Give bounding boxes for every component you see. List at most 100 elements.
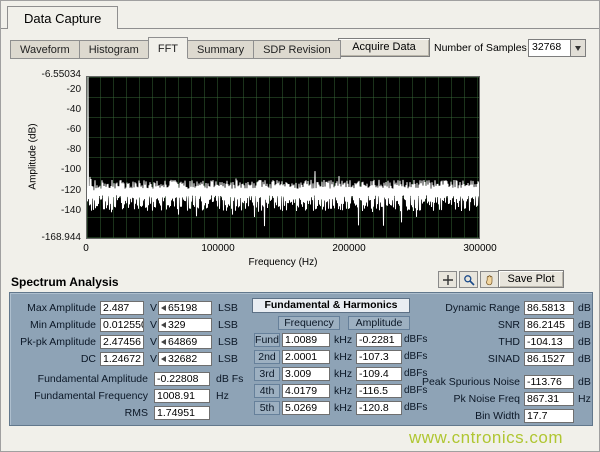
unit-label: dB (578, 375, 591, 389)
crosshair-icon (442, 274, 454, 286)
unit-label: LSB (218, 335, 238, 349)
unit-label: V (150, 352, 157, 366)
unit-label: dB Fs (216, 372, 243, 386)
bin-width-field: 17.7 (524, 409, 574, 423)
fundamental-frequency-field: 1008.91 (154, 389, 210, 403)
fft-trace (87, 77, 479, 238)
unit-label: LSB (218, 318, 238, 332)
chevron-down-icon (575, 46, 581, 51)
min-amplitude-lsb-field: 329 (158, 318, 212, 332)
lsb-value: 64869 (168, 336, 197, 348)
thd-label: THD (368, 335, 520, 349)
tab-histogram[interactable]: Histogram (80, 40, 149, 59)
harmonic-freq-field: 1.0089 (282, 333, 330, 347)
unit-label: kHz (334, 350, 352, 364)
unit-label: Hz (578, 392, 591, 406)
number-of-samples-select[interactable]: 32768 (528, 39, 586, 57)
sinad-label: SINAD (368, 352, 520, 366)
tab-strip: Waveform Histogram FFT Summary SDP Revis… (10, 37, 341, 59)
lsb-value: 65198 (168, 302, 197, 314)
acquire-data-button[interactable]: Acquire Data (338, 38, 430, 57)
snr-label: SNR (368, 318, 520, 332)
save-plot-button[interactable]: Save Plot (498, 270, 564, 288)
tab-summary[interactable]: Summary (188, 40, 254, 59)
crosshair-tool-button[interactable] (438, 271, 457, 288)
fundamental-amplitude-label: Fundamental Amplitude (12, 372, 148, 386)
min-amplitude-label: Min Amplitude (12, 318, 96, 332)
window-title-tab[interactable]: Data Capture (7, 6, 118, 29)
spinner-left-icon (161, 339, 166, 345)
plot-toolbar (438, 271, 499, 288)
unit-label: V (150, 335, 157, 349)
pan-tool-button[interactable] (480, 271, 499, 288)
y-axis-tick-label: -80 (31, 144, 81, 155)
fundamental-frequency-label: Fundamental Frequency (12, 389, 148, 403)
unit-label: dB (578, 352, 591, 366)
peak-spurious-noise-label: Peak Spurious Noise (368, 375, 520, 389)
harmonic-row-label: 5th (254, 401, 280, 415)
zoom-tool-button[interactable] (459, 271, 478, 288)
x-axis-title: Frequency (Hz) (86, 257, 480, 268)
harmonic-row-label: Fund (254, 333, 280, 347)
y-axis-tick-label: -60 (31, 124, 81, 135)
y-axis-tick-label: -20 (31, 84, 81, 95)
harmonic-freq-field: 2.0001 (282, 350, 330, 364)
unit-label: kHz (334, 401, 352, 415)
dynamic-range-field: 86.5813 (524, 301, 574, 315)
dc-lsb-field: 32682 (158, 352, 212, 366)
peak-spurious-noise-field: -113.76 (524, 375, 574, 389)
spinner-left-icon (161, 322, 166, 328)
bin-width-label: Bin Width (368, 409, 520, 423)
x-axis-tick-label: 200000 (325, 243, 373, 254)
samples-value: 32768 (529, 40, 570, 56)
min-amplitude-value-field: 0.012550 (100, 318, 144, 332)
pkpk-amplitude-label: Pk-pk Amplitude (12, 335, 96, 349)
spinner-left-icon (161, 305, 166, 311)
tab-sdp-revision[interactable]: SDP Revision (254, 40, 341, 59)
pkpk-amplitude-lsb-field: 64869 (158, 335, 212, 349)
dropdown-button[interactable] (570, 40, 585, 56)
max-amplitude-value-field: 2.487 (100, 301, 144, 315)
lsb-value: 32682 (168, 353, 197, 365)
sinad-field: 86.1527 (524, 352, 574, 366)
max-amplitude-lsb-field: 65198 (158, 301, 212, 315)
pkpk-amplitude-value-field: 2.47456 (100, 335, 144, 349)
pk-noise-freq-label: Pk Noise Freq (368, 392, 520, 406)
unit-label: dB (578, 301, 591, 315)
unit-label: dB (578, 318, 591, 332)
rms-label: RMS (12, 406, 148, 420)
unit-label: kHz (334, 367, 352, 381)
y-axis-tick-label: -168.944 (31, 232, 81, 243)
harmonic-row-label: 4th (254, 384, 280, 398)
thd-field: -104.13 (524, 335, 574, 349)
spinner-left-icon (161, 356, 166, 362)
tab-fft[interactable]: FFT (148, 37, 188, 59)
y-axis-tick-label: -140 (31, 205, 81, 216)
dc-value-field: 1.24672 (100, 352, 144, 366)
x-axis-tick-label: 100000 (194, 243, 242, 254)
number-of-samples-label: Number of Samples (434, 42, 527, 54)
harmonic-row-label: 2nd (254, 350, 280, 364)
x-axis-tick-label: 300000 (456, 243, 504, 254)
dc-label: DC (12, 352, 96, 366)
unit-label: V (150, 318, 157, 332)
hand-icon (484, 274, 496, 286)
y-axis-tick-label: -6.55034 (31, 69, 81, 80)
unit-label: kHz (334, 333, 352, 347)
unit-label: Hz (216, 389, 229, 403)
unit-label: LSB (218, 301, 238, 315)
watermark: www.cntronics.com (409, 428, 563, 448)
unit-label: kHz (334, 384, 352, 398)
harmonic-freq-field: 3.009 (282, 367, 330, 381)
y-axis-tick-label: -40 (31, 104, 81, 115)
harmonic-freq-field: 5.0269 (282, 401, 330, 415)
frequency-column-header: Frequency (278, 316, 340, 330)
unit-label: LSB (218, 352, 238, 366)
snr-field: 86.2145 (524, 318, 574, 332)
tab-waveform[interactable]: Waveform (10, 40, 80, 59)
spectrum-analysis-title: Spectrum Analysis (11, 275, 119, 289)
fft-plot[interactable] (86, 76, 480, 239)
data-capture-window: Data Capture Waveform Histogram FFT Summ… (0, 0, 600, 452)
unit-label: dB (578, 335, 591, 349)
x-axis-tick-label: 0 (62, 243, 110, 254)
